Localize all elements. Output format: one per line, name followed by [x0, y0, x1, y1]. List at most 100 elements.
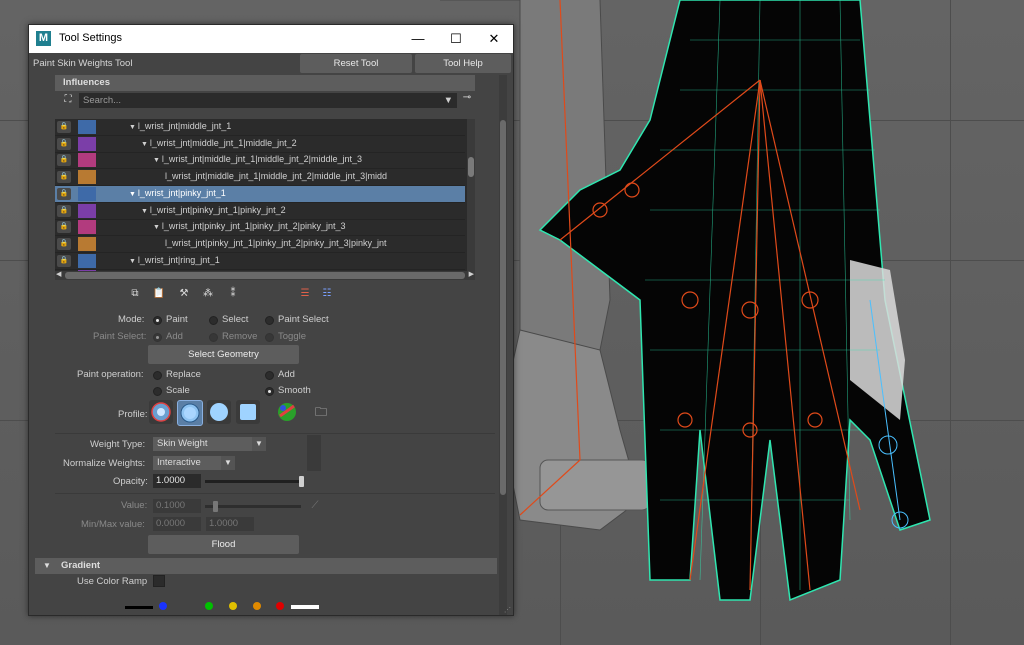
- select-geometry-button[interactable]: Select Geometry: [148, 345, 299, 364]
- op-scale-label[interactable]: Scale: [166, 385, 190, 396]
- lock-icon[interactable]: 🔒: [57, 254, 71, 267]
- mode-paint-select-label[interactable]: Paint Select: [278, 314, 329, 325]
- expand-arrow-icon[interactable]: ▼: [141, 208, 150, 215]
- opacity-slider-handle[interactable]: [299, 476, 304, 487]
- min-value-field[interactable]: 0.0000: [153, 517, 201, 531]
- ramp-color-stop[interactable]: [229, 602, 237, 610]
- influence-row[interactable]: 🔒 l_wrist_jnt|pinky_jnt_1|pinky_jnt_2|pin…: [55, 236, 465, 253]
- influence-name[interactable]: ▼ l_wrist_jnt|middle_jnt_1: [129, 121, 231, 131]
- influence-list[interactable]: 🔒 ▼ l_wrist_jnt|middle_jnt_1 🔒 ▼ l_wrist_jn…: [55, 119, 475, 271]
- lock-icon[interactable]: 🔒: [57, 171, 71, 184]
- scroll-left-icon[interactable]: ◀: [56, 270, 61, 278]
- scrollbar-thumb[interactable]: [65, 272, 465, 279]
- influence-color-swatch[interactable]: [78, 170, 96, 185]
- influence-row[interactable]: 🔒 ▼ l_wrist_jnt|pinky_jnt_1: [55, 185, 465, 203]
- sort-alpha-icon[interactable]: ☰: [297, 287, 313, 301]
- paint-select-toggle-label[interactable]: Toggle: [278, 331, 306, 342]
- influence-name[interactable]: ▼ l_wrist_jnt|pinky_jnt_1: [129, 188, 226, 198]
- op-replace-radio[interactable]: [153, 371, 162, 380]
- mode-paint-label[interactable]: Paint: [166, 314, 188, 325]
- influence-row[interactable]: 🔒 ▼ l_wrist_jnt|pinky_jnt_1|pinky_jnt_2: [55, 203, 465, 220]
- expand-arrow-icon[interactable]: ▼: [129, 124, 138, 131]
- pin-icon[interactable]: ⊸: [459, 91, 475, 105]
- influence-color-swatch[interactable]: [78, 203, 96, 218]
- resize-grip-icon[interactable]: ⋰: [504, 606, 511, 614]
- normalize-weights-dropdown[interactable]: Interactive ▼: [153, 456, 235, 470]
- expand-arrow-icon[interactable]: ▼: [153, 224, 162, 231]
- ramp-color-stop[interactable]: [205, 602, 213, 610]
- ramp-color-stop[interactable]: [159, 602, 167, 610]
- panel-scrollbar[interactable]: [499, 75, 507, 615]
- copy-weights-icon[interactable]: ⧉: [127, 287, 143, 301]
- op-smooth-label[interactable]: Smooth: [278, 385, 311, 396]
- title-bar[interactable]: M Tool Settings — ☐ ✕: [29, 25, 513, 53]
- influence-list-hscroll[interactable]: ◀ ▶: [55, 271, 475, 280]
- reset-tool-button[interactable]: Reset Tool: [300, 54, 412, 73]
- op-replace-label[interactable]: Replace: [166, 369, 201, 380]
- influence-color-swatch[interactable]: [78, 136, 96, 151]
- profile-soft-button[interactable]: [177, 400, 203, 426]
- mode-paint-radio[interactable]: [153, 316, 162, 325]
- use-color-ramp-checkbox[interactable]: [153, 575, 165, 587]
- ramp-color-stop[interactable]: [276, 602, 284, 610]
- influence-list-vscroll[interactable]: [467, 119, 475, 271]
- influence-name[interactable]: ▼ l_wrist_jnt|pinky_jnt_1|pinky_jnt_2|pi…: [153, 221, 346, 231]
- lock-icon[interactable]: 🔒: [57, 237, 71, 250]
- move-weights-icon[interactable]: ⁂: [200, 287, 216, 301]
- mode-paint-select-radio[interactable]: [265, 316, 274, 325]
- paste-weights-icon[interactable]: 📋: [151, 287, 167, 301]
- profile-gaussian-button[interactable]: [149, 400, 173, 424]
- influence-name[interactable]: ▼ l_wrist_jnt|middle_jnt_1|middle_jnt_2|…: [153, 154, 362, 164]
- influence-row[interactable]: 🔒 ▼ l_wrist_jnt|middle_jnt_1|middle_jnt_2…: [55, 152, 465, 170]
- influence-row[interactable]: 🔒 ▼ l_wrist_jnt|pinky_jnt_1|pinky_jnt_2|p…: [55, 219, 465, 237]
- scroll-right-icon[interactable]: ▶: [469, 270, 474, 278]
- eyedropper-icon[interactable]: ⟋: [307, 499, 323, 513]
- ramp-color-stop[interactable]: [253, 602, 261, 610]
- influence-row[interactable]: 🔒 ▼ l_wrist_jnt|ring_jnt_1: [55, 253, 465, 270]
- lock-icon[interactable]: 🔒: [57, 187, 71, 200]
- scrollbar-thumb[interactable]: [468, 157, 474, 177]
- influence-name[interactable]: ▼ l_wrist_jnt|middle_jnt_1|middle_jnt_2: [141, 138, 297, 148]
- lock-icon[interactable]: 🔒: [57, 221, 71, 234]
- op-scale-radio[interactable]: [153, 387, 162, 396]
- weight-hammer-icon[interactable]: ⚒: [176, 287, 192, 301]
- influence-name[interactable]: ▼ l_wrist_jnt|pinky_jnt_1|pinky_jnt_2: [141, 205, 286, 215]
- influence-search-input[interactable]: Search... ▼: [79, 93, 457, 108]
- paint-select-add-radio[interactable]: [153, 333, 162, 342]
- op-add-radio[interactable]: [265, 371, 274, 380]
- op-smooth-radio[interactable]: [265, 387, 274, 396]
- influence-color-swatch[interactable]: [78, 186, 96, 201]
- profile-solid-button[interactable]: [207, 400, 231, 424]
- influence-color-swatch[interactable]: [78, 120, 96, 134]
- influence-row[interactable]: 🔒 ▼ l_wrist_jnt|middle_jnt_1|middle_jnt_2: [55, 136, 465, 153]
- influence-name[interactable]: l_wrist_jnt|middle_jnt_1|middle_jnt_2|mi…: [165, 171, 387, 181]
- tool-help-button[interactable]: Tool Help: [415, 54, 511, 73]
- lock-icon[interactable]: 🔒: [57, 121, 71, 133]
- search-scope-icon[interactable]: ⛶: [60, 93, 76, 107]
- flood-button[interactable]: Flood: [148, 535, 299, 554]
- influence-name[interactable]: ▼ l_wrist_jnt|ring_jnt_1: [129, 255, 220, 265]
- influence-color-swatch[interactable]: [78, 153, 96, 168]
- paint-select-toggle-radio[interactable]: [265, 333, 274, 342]
- paint-select-remove-radio[interactable]: [209, 333, 218, 342]
- influence-color-swatch[interactable]: [78, 253, 96, 268]
- mode-select-label[interactable]: Select: [222, 314, 248, 325]
- lock-icon[interactable]: 🔒: [57, 154, 71, 167]
- expand-arrow-icon[interactable]: ▼: [129, 191, 138, 198]
- influence-color-swatch[interactable]: [78, 220, 96, 235]
- expand-arrow-icon[interactable]: ▼: [129, 258, 138, 265]
- minimize-button[interactable]: —: [399, 25, 437, 53]
- influence-row[interactable]: 🔒 l_wrist_jnt|middle_jnt_1|middle_jnt_2|m…: [55, 169, 465, 187]
- paint-select-add-label[interactable]: Add: [166, 331, 183, 342]
- search-dropdown-icon[interactable]: ▼: [444, 93, 453, 108]
- collapse-arrow-icon[interactable]: ▼: [43, 558, 51, 574]
- close-button[interactable]: ✕: [475, 25, 513, 53]
- opacity-field[interactable]: 1.0000: [153, 474, 201, 488]
- lock-icon[interactable]: 🔒: [57, 204, 71, 217]
- mode-select-radio[interactable]: [209, 316, 218, 325]
- influence-name[interactable]: l_wrist_jnt|pinky_jnt_1|pinky_jnt_2|pink…: [165, 238, 386, 248]
- folder-icon[interactable]: 🗀: [313, 405, 329, 419]
- weight-type-dropdown[interactable]: Skin Weight ▼: [153, 437, 266, 451]
- lock-icon[interactable]: 🔒: [57, 137, 71, 150]
- influence-color-swatch[interactable]: [78, 236, 96, 251]
